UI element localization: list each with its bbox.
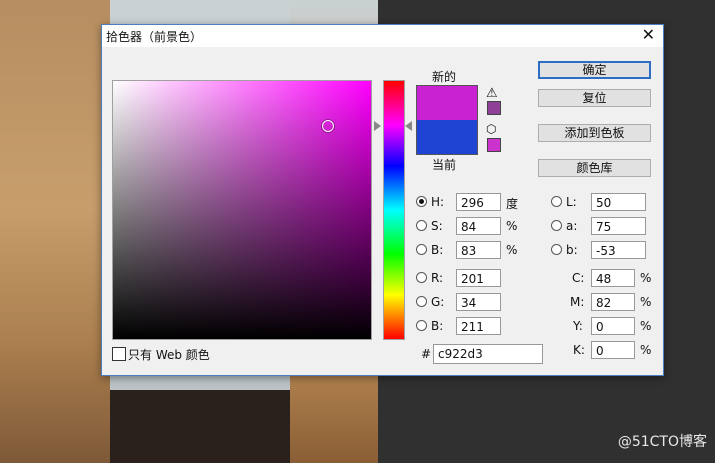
hex-input[interactable]: c922d3 [433, 344, 543, 364]
blue-row: B: 211 [416, 317, 536, 337]
yellow-input[interactable]: 0 [591, 317, 635, 335]
hue-slider-left-arrow-icon[interactable] [374, 121, 381, 131]
current-color-label: 当前 [432, 158, 457, 172]
lab-l-input[interactable]: 50 [591, 193, 646, 211]
brightness-unit: % [506, 243, 518, 257]
cyan-row: C: 48 % [564, 269, 656, 289]
web-only-label: 只有 Web 颜色 [128, 348, 210, 362]
cyan-unit: % [640, 271, 652, 285]
hue-radio[interactable] [416, 196, 427, 207]
cyan-label: C: [572, 271, 585, 285]
color-preview [416, 85, 478, 155]
green-label: G: [431, 295, 445, 309]
color-libraries-button[interactable]: 颜色库 [538, 159, 651, 177]
saturation-label: S: [431, 219, 443, 233]
web-safe-color-swatch[interactable] [487, 138, 501, 152]
lab-a-input[interactable]: 75 [591, 217, 646, 235]
saturation-input[interactable]: 84 [456, 217, 501, 235]
lab-l-label: L: [566, 195, 577, 209]
new-color-label: 新的 [432, 70, 457, 84]
lab-b-row: b: -53 [551, 241, 656, 261]
gamut-color-swatch[interactable] [487, 101, 501, 115]
watermark: @51CTO博客 [617, 434, 707, 450]
red-input[interactable]: 201 [456, 269, 501, 287]
ok-button[interactable]: 确定 [538, 61, 651, 79]
lab-b-label: b: [566, 243, 578, 257]
hue-input[interactable]: 296 [456, 193, 501, 211]
saturation-unit: % [506, 219, 518, 233]
lab-a-radio[interactable] [551, 220, 562, 231]
yellow-unit: % [640, 319, 652, 333]
hue-label: H: [431, 195, 445, 209]
yellow-row: Y: 0 % [564, 317, 656, 337]
magenta-input[interactable]: 82 [591, 293, 635, 311]
magenta-unit: % [640, 295, 652, 309]
brightness-radio[interactable] [416, 244, 427, 255]
black-unit: % [640, 343, 652, 357]
hue-unit: 度 [506, 197, 519, 211]
new-color-swatch [417, 86, 477, 120]
blue-label: B: [431, 319, 444, 333]
hex-label: # [421, 347, 432, 361]
hue-slider[interactable] [383, 80, 405, 340]
close-icon[interactable]: ✕ [642, 26, 655, 44]
lab-a-row: a: 75 [551, 217, 656, 237]
color-picker-dialog: 拾色器（前景色） ✕ 新的 当前 ⚠ ⬡ 确定 复位 添加到色板 颜色库 H: … [101, 24, 664, 376]
add-to-swatches-button[interactable]: 添加到色板 [538, 124, 651, 142]
red-label: R: [431, 271, 444, 285]
lab-l-radio[interactable] [551, 196, 562, 207]
brightness-label: B: [431, 243, 444, 257]
black-label: K: [573, 343, 585, 357]
cyan-input[interactable]: 48 [591, 269, 635, 287]
dialog-title: 拾色器（前景色） [106, 30, 203, 44]
brightness-input[interactable]: 83 [456, 241, 501, 259]
current-color-swatch[interactable] [417, 120, 477, 154]
green-radio[interactable] [416, 296, 427, 307]
magenta-label: M: [570, 295, 585, 309]
red-radio[interactable] [416, 272, 427, 283]
lab-b-radio[interactable] [551, 244, 562, 255]
background-shirt [110, 390, 290, 463]
color-field-cursor[interactable] [322, 120, 334, 132]
blue-input[interactable]: 211 [456, 317, 501, 335]
yellow-label: Y: [573, 319, 583, 333]
saturation-row: S: 84 % [416, 217, 536, 237]
hue-row: H: 296 度 [416, 193, 536, 213]
lab-l-row: L: 50 [551, 193, 656, 213]
green-input[interactable]: 34 [456, 293, 501, 311]
saturation-radio[interactable] [416, 220, 427, 231]
color-field[interactable] [112, 80, 372, 340]
red-row: R: 201 [416, 269, 536, 289]
green-row: G: 34 [416, 293, 536, 313]
lab-a-label: a: [566, 219, 578, 233]
web-only-checkbox[interactable] [112, 347, 126, 361]
black-input[interactable]: 0 [591, 341, 635, 359]
cube-icon[interactable]: ⬡ [486, 122, 496, 136]
brightness-row: B: 83 % [416, 241, 536, 261]
title-bar: 拾色器（前景色） ✕ [102, 25, 663, 47]
warning-triangle-icon[interactable]: ⚠ [486, 86, 498, 101]
blue-radio[interactable] [416, 320, 427, 331]
reset-button[interactable]: 复位 [538, 89, 651, 107]
lab-b-input[interactable]: -53 [591, 241, 646, 259]
black-row: K: 0 % [564, 341, 656, 361]
background-hair-left [0, 0, 110, 463]
magenta-row: M: 82 % [564, 293, 656, 313]
hue-slider-right-arrow-icon[interactable] [405, 121, 412, 131]
